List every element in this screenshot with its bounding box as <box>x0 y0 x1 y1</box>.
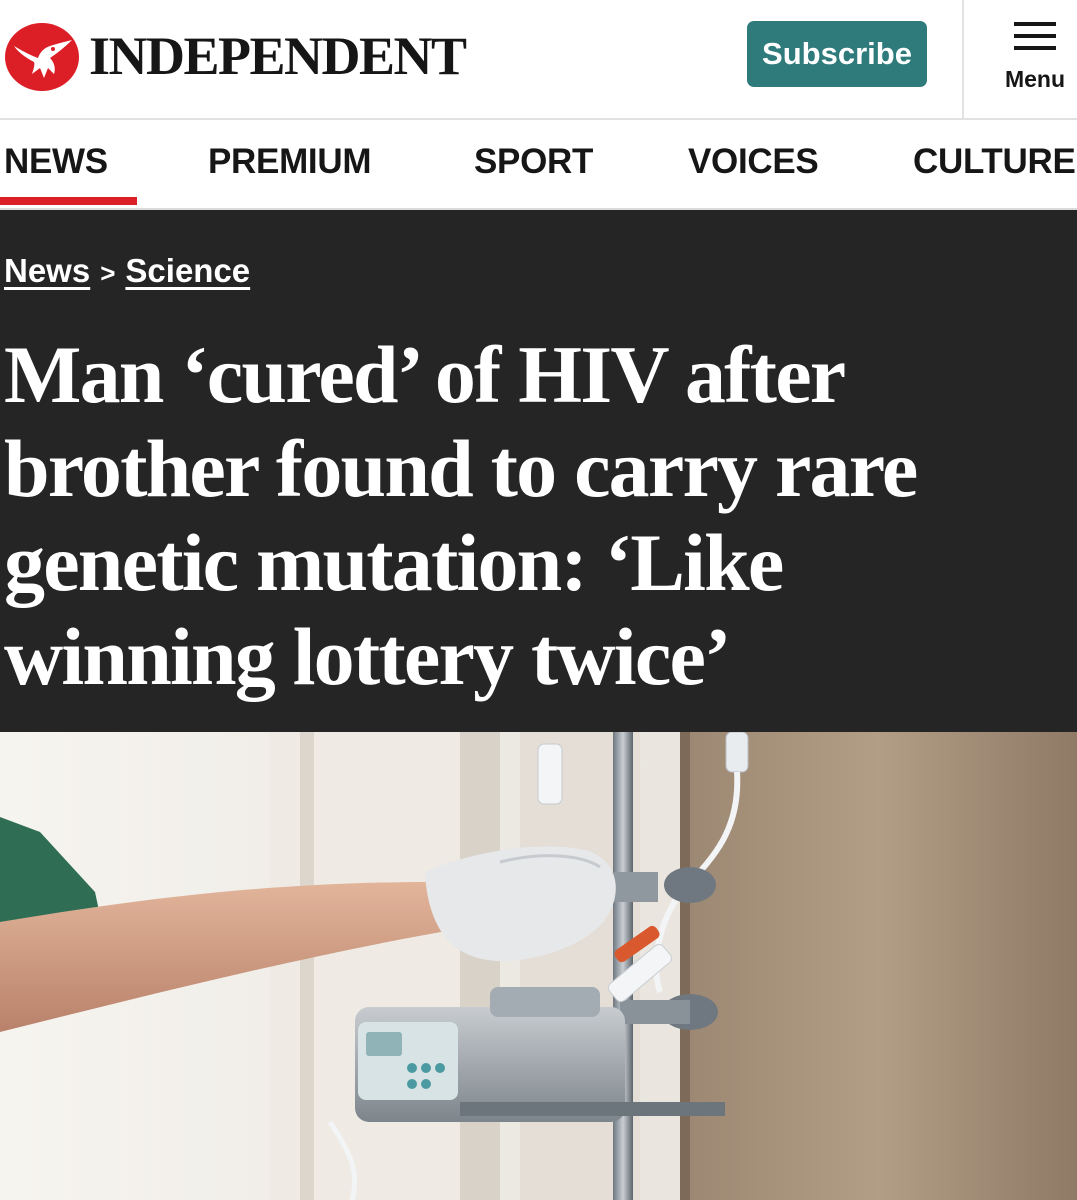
nav-item-sport[interactable]: SPORT <box>474 142 593 182</box>
header-divider <box>962 0 964 118</box>
breadcrumb-science[interactable]: Science <box>125 252 250 289</box>
site-header: INDEPENDENT Subscribe Menu <box>0 0 1077 120</box>
subscribe-button[interactable]: Subscribe <box>747 21 927 87</box>
active-nav-indicator <box>0 197 137 205</box>
menu-label: Menu <box>1004 66 1066 92</box>
hamburger-menu-icon <box>1014 22 1056 50</box>
menu-button[interactable]: Menu <box>994 18 1076 98</box>
nav-item-news[interactable]: NEWS <box>4 142 108 182</box>
breadcrumb-news[interactable]: News <box>4 252 90 289</box>
article-hero-image <box>0 732 1077 1200</box>
nav-item-culture[interactable]: CULTURE <box>913 142 1076 182</box>
eagle-logo-icon[interactable] <box>4 22 80 92</box>
article-header: News > Science Man ‘cured’ of HIV after br… <box>0 210 1077 732</box>
breadcrumb: News > Science <box>4 252 250 290</box>
section-nav: NEWS PREMIUM SPORT VOICES CULTURE <box>0 120 1077 210</box>
site-logo-text[interactable]: INDEPENDENT <box>89 24 467 88</box>
nav-item-premium[interactable]: PREMIUM <box>208 142 371 182</box>
article-headline: Man ‘cured’ of HIV after brother found t… <box>4 329 918 702</box>
nav-item-voices[interactable]: VOICES <box>688 142 819 182</box>
breadcrumb-separator: > <box>100 258 116 288</box>
